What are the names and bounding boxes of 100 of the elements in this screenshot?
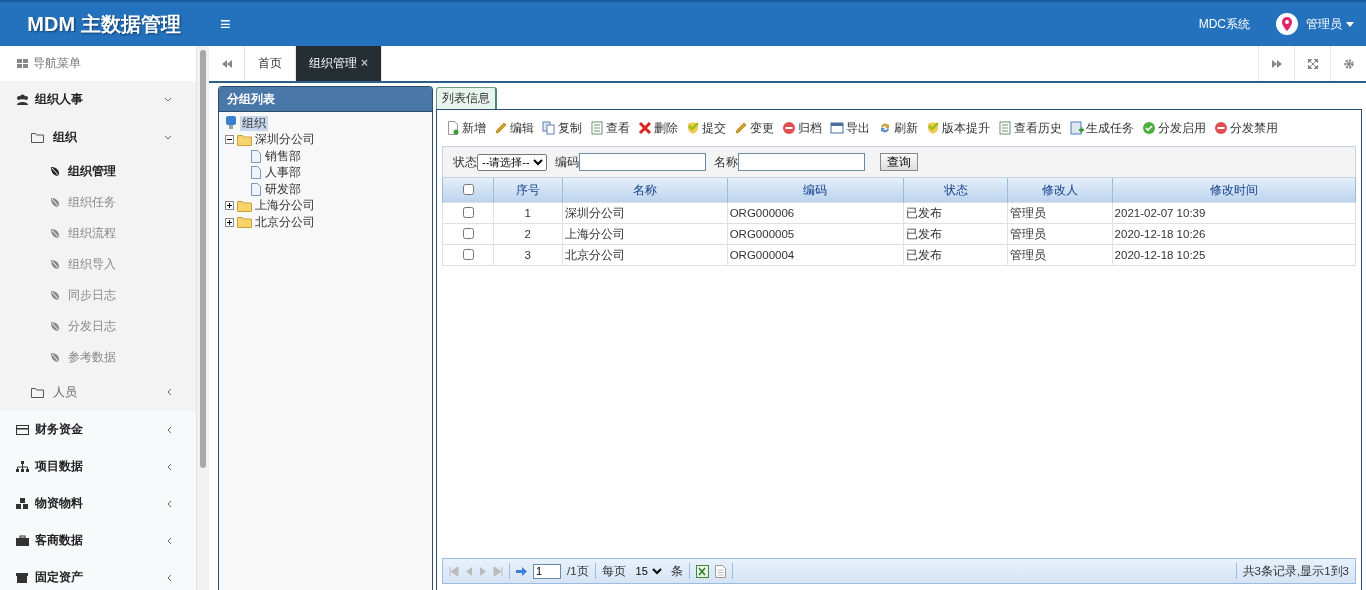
select-all-checkbox[interactable] — [462, 183, 474, 195]
tree-node[interactable]: 销售部 — [265, 148, 301, 164]
code-field[interactable] — [579, 153, 706, 171]
nav-item[interactable]: 组织人事 — [0, 81, 196, 118]
column-header[interactable]: 名称 — [562, 178, 728, 203]
leaf-icon — [49, 289, 61, 302]
folder-icon — [31, 386, 44, 398]
column-header[interactable]: 修改时间 — [1112, 178, 1356, 203]
page-field[interactable]: 1 — [533, 563, 561, 579]
document-icon[interactable] — [714, 564, 726, 578]
expand-icon[interactable] — [225, 217, 234, 227]
nav-item[interactable]: 财务资金 — [0, 411, 196, 448]
system-link[interactable]: MDC系统 — [1198, 15, 1250, 33]
per-page-label: 每页 — [601, 563, 626, 579]
nav-item[interactable]: 项目数据 — [0, 448, 196, 485]
toolbar-button[interactable]: 归档 — [782, 119, 822, 137]
go-arrow-icon[interactable] — [516, 566, 527, 576]
users-icon — [16, 93, 29, 106]
toolbar-button[interactable]: 导出 — [830, 119, 870, 137]
copy-icon — [542, 121, 556, 135]
toolbar-button[interactable]: 版本提升 — [926, 119, 990, 137]
stop-icon — [782, 121, 796, 135]
refresh-icon — [878, 121, 892, 135]
folder-icon — [237, 133, 252, 146]
table-cell: 2020-12-18 10:26 — [1112, 223, 1356, 245]
table-cell: 已发布 — [903, 223, 1008, 245]
chevron-icon — [167, 573, 172, 582]
leaf-icon — [49, 196, 61, 209]
tree-node[interactable]: 组织 — [240, 115, 268, 131]
check-circle-icon — [1142, 121, 1156, 135]
row-checkbox[interactable] — [462, 206, 474, 218]
toolbar-button[interactable]: 查看 — [590, 119, 630, 137]
column-header[interactable]: 修改人 — [1007, 178, 1113, 203]
table-cell: 管理员 — [1007, 223, 1113, 245]
user-menu[interactable]: 管理员 — [1306, 15, 1354, 33]
tree-node[interactable]: 上海分公司 — [255, 198, 315, 214]
chevron-icon — [167, 499, 172, 508]
toolbar-button[interactable]: 分发禁用 — [1214, 119, 1278, 137]
toolbar-button[interactable]: 刷新 — [878, 119, 918, 137]
nav-item[interactable]: 人员 — [0, 373, 196, 411]
expand-icon[interactable] — [225, 201, 234, 211]
table-cell: 3 — [493, 244, 563, 266]
status-select[interactable]: --请选择-- — [477, 153, 547, 171]
toolbar-button[interactable]: 编辑 — [494, 119, 534, 137]
table-cell: 2 — [493, 223, 563, 245]
spreadsheet-icon[interactable] — [695, 564, 709, 578]
column-header[interactable]: 序号 — [493, 178, 563, 203]
collapse-icon[interactable] — [225, 135, 234, 145]
caret-icon — [1346, 21, 1354, 27]
filter-label: 状态 — [453, 153, 477, 171]
nav-item[interactable]: 组织管理 — [0, 156, 196, 187]
task-icon — [1070, 121, 1084, 135]
check-shield-icon — [926, 121, 940, 135]
scrollbar[interactable] — [196, 46, 209, 590]
page-total: /1页 — [567, 563, 589, 579]
toolbar-button[interactable]: 提交 — [686, 119, 726, 137]
toolbar-button[interactable]: 新增 — [446, 119, 486, 137]
nav-item[interactable]: 组织 — [0, 118, 196, 156]
tree-node[interactable]: 深圳分公司 — [255, 132, 315, 148]
menu-button[interactable]: ≡ — [214, 13, 237, 35]
column-header[interactable]: 编码 — [727, 178, 904, 203]
table-cell: 管理员 — [1007, 202, 1113, 224]
chevron-icon — [167, 462, 172, 471]
toolbar-button[interactable]: 分发启用 — [1142, 119, 1206, 137]
pencil-icon — [494, 121, 508, 135]
chevron-icon — [167, 425, 172, 434]
toolbar-button[interactable]: 删除 — [638, 119, 678, 137]
row-checkbox[interactable] — [462, 227, 474, 239]
toolbar-button[interactable]: 生成任务 — [1070, 119, 1134, 137]
name-field[interactable] — [738, 153, 865, 171]
computer-icon — [225, 116, 237, 131]
tree-node[interactable]: 北京分公司 — [255, 214, 315, 230]
nav-item[interactable]: 固定资产 — [0, 559, 196, 590]
panel-tab[interactable]: 列表信息 — [436, 87, 497, 109]
leaf-icon — [49, 165, 61, 178]
list-icon — [590, 121, 604, 135]
grid-icon — [17, 58, 28, 69]
document-icon — [250, 166, 262, 180]
nav-item[interactable]: 物资物料 — [0, 485, 196, 522]
stop-icon — [1214, 121, 1228, 135]
table-cell: 1 — [493, 202, 563, 224]
leaf-icon — [49, 351, 61, 364]
table-cell: 2020-12-18 10:25 — [1112, 244, 1356, 266]
search-button[interactable]: 查询 — [880, 153, 918, 171]
toolbar-button[interactable]: 复制 — [542, 119, 582, 137]
toolbar-button[interactable]: 变更 — [734, 119, 774, 137]
page-tab[interactable]: 组织管理 × — [296, 46, 382, 81]
archive-icon — [16, 571, 29, 584]
folder-icon — [237, 199, 252, 212]
row-checkbox[interactable] — [462, 248, 474, 260]
tree-node[interactable]: 人事部 — [265, 165, 301, 181]
page-size-select[interactable]: 15 — [631, 562, 665, 580]
per-page-unit: 条 — [670, 563, 683, 579]
column-header[interactable]: 状态 — [903, 178, 1008, 203]
tree-node[interactable]: 研发部 — [265, 181, 301, 197]
credit-card-icon — [16, 423, 29, 436]
table-cell: 已发布 — [903, 202, 1008, 224]
cross-icon — [638, 121, 652, 135]
nav-item[interactable]: 客商数据 — [0, 522, 196, 559]
toolbar-button[interactable]: 查看历史 — [998, 119, 1062, 137]
